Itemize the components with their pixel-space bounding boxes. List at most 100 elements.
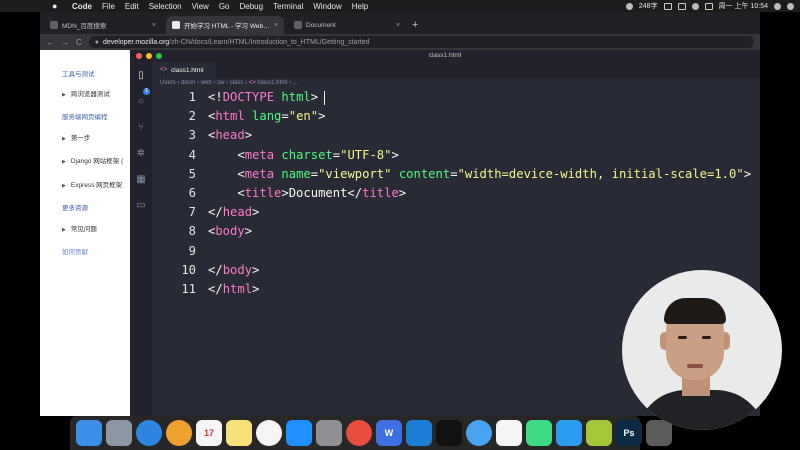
spotlight-icon[interactable] [774, 2, 781, 10]
menu-app-name[interactable]: Code [72, 2, 92, 11]
editor-tab-class1[interactable]: <> class1.html [152, 62, 216, 78]
search-icon[interactable]: ○ [135, 96, 147, 108]
record-icon[interactable] [625, 2, 633, 10]
webcam-overlay [622, 270, 782, 430]
qq-icon[interactable] [466, 420, 492, 446]
breadcrumb-item[interactable]: class1.html [257, 80, 287, 86]
net-speed: 248字 [638, 3, 658, 10]
menu-terminal[interactable]: Terminal [273, 2, 303, 11]
wps-icon[interactable]: W [376, 420, 402, 446]
safari-icon[interactable] [136, 420, 162, 446]
vscode-title-bar: class1.html [130, 50, 760, 62]
line-number: 4 [188, 147, 196, 162]
menu-help[interactable]: Help [352, 2, 368, 11]
mdn-item-first-steps[interactable]: ▶ 第一步 [62, 132, 90, 142]
code-text: <!DOCTYPE html> [208, 90, 326, 105]
status-icon-1[interactable] [663, 2, 672, 10]
presenter-shirt [636, 390, 766, 430]
new-tab-button[interactable]: + [412, 19, 418, 31]
calendar-icon[interactable]: 17 [196, 420, 222, 446]
mdn-item-express[interactable]: ▶ Express 网页框架 [62, 179, 122, 189]
code-text: <meta charset="UTF-8"> [208, 147, 399, 162]
line-number: 5 [188, 166, 196, 181]
photos-icon[interactable] [166, 420, 192, 446]
code-text: <head> [208, 128, 253, 143]
android-icon[interactable] [586, 420, 612, 446]
wifi-icon[interactable] [691, 2, 699, 10]
menu-edit[interactable]: Edit [125, 2, 139, 11]
forward-button[interactable]: → [61, 38, 69, 47]
line-number: 1 [188, 90, 196, 104]
extensions-icon[interactable]: ▦ [135, 174, 147, 186]
close-icon[interactable]: × [274, 22, 278, 29]
menu-window[interactable]: Window [313, 2, 341, 11]
menu-file[interactable]: File [102, 2, 115, 11]
menu-selection[interactable]: Selection [149, 2, 182, 11]
minimize-window-icon[interactable] [146, 53, 152, 59]
line-number: 8 [188, 224, 196, 239]
chrome-icon[interactable] [346, 420, 372, 446]
source-control-icon[interactable]: ⑂ [135, 122, 147, 134]
status-icon-2[interactable] [677, 2, 686, 10]
presenter-hair [664, 298, 726, 324]
expand-triangle-icon: ▶ [62, 92, 66, 98]
app-store-icon[interactable] [286, 420, 312, 446]
browser-tab-2[interactable]: 开始学习 HTML - 学习 Web 开发 × [166, 16, 284, 34]
breadcrumb-item[interactable]: Users [160, 80, 176, 86]
mdn-item-label: 常见问题 [70, 226, 97, 233]
close-window-icon[interactable] [136, 53, 142, 59]
breadcrumb-item[interactable]: sw [217, 80, 224, 86]
files-icon[interactable]: ▯ [135, 70, 147, 82]
terminal-icon[interactable] [436, 420, 462, 446]
battery-icon[interactable] [704, 2, 713, 10]
mdn-contribute-link[interactable]: 如何贡献 [62, 246, 88, 256]
launchpad-icon[interactable] [106, 420, 132, 446]
notes-icon[interactable] [226, 420, 252, 446]
browser-tab-1[interactable]: MDN_百度搜索 × [44, 16, 162, 34]
html-file-icon: <> [248, 80, 256, 86]
tab-label: Document [306, 21, 336, 29]
reload-button[interactable]: C [76, 38, 82, 47]
mdn-section-server[interactable]: 服务端网页编程 [62, 111, 108, 121]
clock[interactable]: 周一 上午 10:54 [719, 1, 768, 11]
close-icon[interactable]: × [152, 22, 156, 29]
mdn-item-django[interactable]: ▶ Django 网站框架 ( [62, 155, 123, 165]
finder-icon[interactable] [76, 420, 102, 446]
mdn-item-faq[interactable]: ▶ 常见问题 [62, 223, 97, 233]
mdn-favicon-icon [172, 21, 180, 29]
menu-debug[interactable]: Debug [239, 2, 263, 11]
breadcrumb-item[interactable]: web [201, 80, 212, 86]
breadcrumb-item[interactable]: ... [293, 80, 298, 86]
mdn-item-cross-browser[interactable]: ▶ 跨浏览器测试 [62, 88, 110, 98]
mdn-item-label: 第一步 [70, 135, 91, 142]
browser-tab-3[interactable]: Document × [288, 16, 406, 34]
expand-triangle-icon: ▶ [62, 159, 66, 165]
line-number: 11 [181, 282, 196, 296]
siri-icon[interactable] [787, 2, 794, 10]
vscode-icon[interactable] [406, 420, 432, 446]
window-title: class1.html [428, 52, 462, 59]
system-preferences-icon[interactable] [316, 420, 342, 446]
menu-view[interactable]: View [192, 2, 209, 11]
music-icon[interactable] [256, 420, 282, 446]
url-path: /zh-CN/docs/Learn/HTML/Introduction_to_H… [169, 38, 370, 46]
debug-icon[interactable]: ✲ [135, 148, 147, 160]
mdn-item-label: Express 网页框架 [70, 182, 123, 189]
close-icon[interactable]: × [396, 22, 400, 29]
apple-icon[interactable]: ● [52, 1, 62, 11]
code-text: <html lang="en"> [208, 109, 326, 124]
mdn-section-more[interactable]: 更多资源 [62, 202, 88, 212]
remote-icon[interactable]: ▭ [135, 200, 147, 212]
breadcrumb-item[interactable]: class [230, 80, 244, 86]
photos-sync-icon[interactable] [496, 420, 522, 446]
back-button[interactable]: ← [46, 38, 54, 47]
mdn-item-label: 跨浏览器测试 [70, 91, 110, 98]
text-cursor [324, 90, 326, 105]
breadcrumb-item[interactable]: dixon [181, 80, 195, 86]
menu-go[interactable]: Go [219, 2, 230, 11]
mdn-section-tools[interactable]: 工具与测试 [62, 68, 95, 78]
address-bar[interactable]: ● developer.mozilla.org/zh-CN/docs/Learn… [88, 36, 754, 48]
zoom-window-icon[interactable] [156, 53, 162, 59]
paper-plane-icon[interactable] [556, 420, 582, 446]
android-studio-icon[interactable] [526, 420, 552, 446]
